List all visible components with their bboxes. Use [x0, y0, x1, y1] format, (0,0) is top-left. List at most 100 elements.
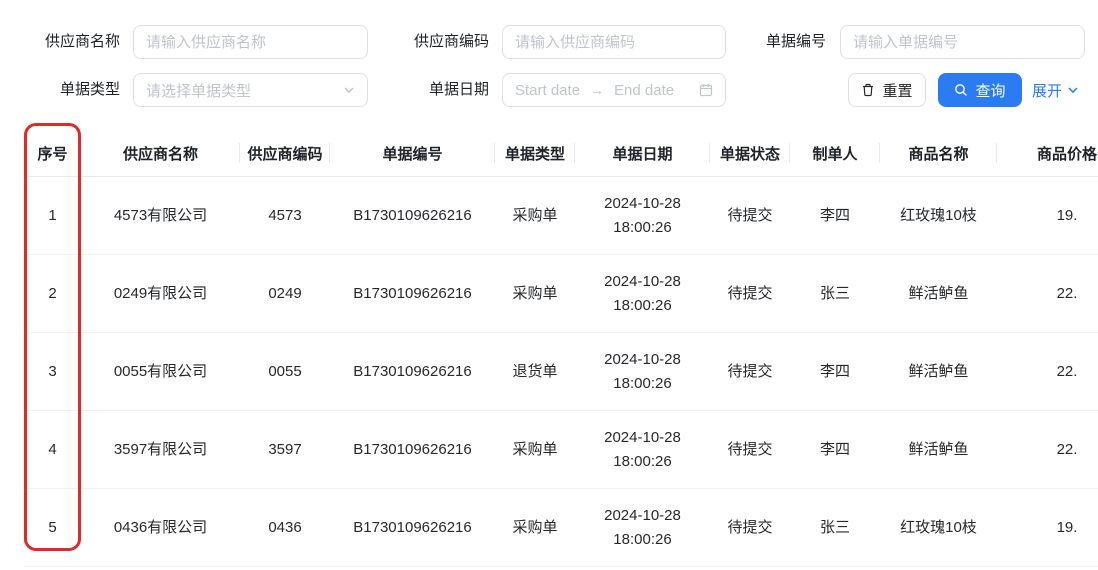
cell-doc-no: B1730109626216 [353, 206, 472, 224]
cell-doc-type: 采购单 [512, 206, 558, 224]
page: 供应商名称 供应商编码 单据编号 单据类型 请选择单据类型 单据日期 Start… [0, 0, 1098, 570]
table-row: 1 4573有限公司 4573 B1730109626216 采购单 2024-… [24, 177, 1098, 255]
cell-seq: 2 [48, 284, 57, 302]
cell-seq: 5 [48, 518, 57, 536]
cell-doc-type: 采购单 [512, 518, 558, 536]
cell-doc-no: B1730109626216 [353, 284, 472, 302]
doc-date-date: 2024-10-28 [604, 428, 681, 446]
cell-creator: 李四 [819, 362, 850, 380]
cell-product-name: 鲜活鲈鱼 [908, 440, 969, 458]
table-body: 1 4573有限公司 4573 B1730109626216 采购单 2024-… [24, 177, 1098, 567]
table-row: 2 0249有限公司 0249 B1730109626216 采购单 2024-… [24, 255, 1098, 333]
expand-label: 展开 [1032, 82, 1063, 100]
cell-seq: 1 [48, 206, 57, 224]
reset-button[interactable]: 重置 [848, 73, 926, 107]
cell-seq: 4 [48, 440, 57, 458]
expand-toggle[interactable]: 展开 [1032, 73, 1079, 107]
doc-date-date: 2024-10-28 [604, 272, 681, 290]
cell-creator: 李四 [819, 206, 850, 224]
cell-product-name: 红玫瑰10枝 [900, 206, 977, 224]
cell-supplier-name: 0249有限公司 [113, 284, 208, 302]
cell-supplier-name: 4573有限公司 [113, 206, 208, 224]
cell-product-price: 19. [1056, 206, 1078, 224]
cell-doc-date: 2024-10-28 18:00:26 [575, 426, 710, 474]
start-date-placeholder: Start date [515, 81, 581, 99]
supplier-name-label: 供应商名称 [44, 33, 120, 50]
cell-product-price: 22. [1056, 284, 1078, 302]
chevron-down-icon [343, 84, 355, 96]
column-header: 单据状态 [710, 130, 790, 177]
doc-date-time: 18:00:26 [613, 530, 672, 548]
column-header: 供应商编码 [240, 130, 330, 177]
cell-status: 待提交 [727, 440, 773, 458]
column-header: 制单人 [790, 130, 880, 177]
column-header: 供应商名称 [81, 130, 240, 177]
supplier-code-label: 供应商编码 [413, 33, 489, 50]
cell-doc-no: B1730109626216 [353, 362, 472, 380]
documents-table: 序号 供应商名称 供应商编码 单据编号 单据类型 单据日期 单据状态 制单人 商… [24, 130, 1098, 567]
doc-no-input[interactable] [840, 25, 1085, 59]
end-date-placeholder: End date [614, 81, 675, 99]
table-row: 5 0436有限公司 0436 B1730109626216 采购单 2024-… [24, 489, 1098, 567]
supplier-code-input[interactable] [502, 25, 726, 59]
cell-seq: 3 [48, 362, 57, 380]
cell-supplier-name: 3597有限公司 [113, 440, 208, 458]
search-icon [954, 83, 968, 97]
cell-doc-type: 采购单 [512, 284, 558, 302]
calendar-icon [699, 83, 713, 97]
supplier-name-input[interactable] [133, 25, 368, 59]
cell-doc-date: 2024-10-28 18:00:26 [575, 270, 710, 318]
doc-date-range-picker[interactable]: Start date → End date [502, 73, 726, 107]
cell-supplier-name: 0055有限公司 [113, 362, 208, 380]
column-header: 单据类型 [495, 130, 575, 177]
date-range-arrow-icon: → [590, 82, 605, 98]
doc-type-label: 单据类型 [59, 81, 120, 98]
doc-date-label: 单据日期 [428, 81, 489, 98]
doc-date-date: 2024-10-28 [604, 194, 681, 212]
trash-icon [861, 83, 875, 97]
cell-product-price: 22. [1056, 362, 1078, 380]
cell-status: 待提交 [727, 284, 773, 302]
reset-button-label: 重置 [882, 82, 913, 100]
cell-creator: 张三 [819, 518, 850, 536]
cell-doc-date: 2024-10-28 18:00:26 [575, 504, 710, 552]
cell-supplier-code: 4573 [268, 206, 302, 224]
cell-doc-date: 2024-10-28 18:00:26 [575, 348, 710, 396]
column-header: 单据编号 [330, 130, 495, 177]
cell-product-name: 红玫瑰10枝 [900, 518, 977, 536]
cell-product-name: 鲜活鲈鱼 [908, 284, 969, 302]
table-row: 4 3597有限公司 3597 B1730109626216 采购单 2024-… [24, 411, 1098, 489]
cell-doc-date: 2024-10-28 18:00:26 [575, 192, 710, 240]
doc-date-date: 2024-10-28 [604, 506, 681, 524]
chevron-down-icon [1067, 84, 1079, 96]
cell-product-name: 鲜活鲈鱼 [908, 362, 969, 380]
cell-doc-no: B1730109626216 [353, 440, 472, 458]
column-header: 序号 [24, 130, 81, 177]
cell-supplier-code: 0249 [268, 284, 302, 302]
cell-doc-type: 退货单 [512, 362, 558, 380]
cell-supplier-name: 0436有限公司 [113, 518, 208, 536]
table-row: 3 0055有限公司 0055 B1730109626216 退货单 2024-… [24, 333, 1098, 411]
cell-supplier-code: 0436 [268, 518, 302, 536]
search-button[interactable]: 查询 [938, 73, 1022, 107]
cell-doc-no: B1730109626216 [353, 518, 472, 536]
column-header: 单据日期 [575, 130, 710, 177]
cell-status: 待提交 [727, 206, 773, 224]
doc-no-label: 单据编号 [765, 33, 826, 50]
cell-product-price: 19. [1056, 518, 1078, 536]
doc-type-select[interactable]: 请选择单据类型 [133, 73, 368, 107]
cell-creator: 张三 [819, 284, 850, 302]
column-header: 商品名称 [880, 130, 997, 177]
cell-status: 待提交 [727, 518, 773, 536]
doc-date-time: 18:00:26 [613, 218, 672, 236]
doc-date-time: 18:00:26 [613, 452, 672, 470]
search-button-label: 查询 [975, 82, 1006, 100]
doc-date-time: 18:00:26 [613, 296, 672, 314]
column-header: 商品价格 [1036, 145, 1097, 163]
cell-status: 待提交 [727, 362, 773, 380]
doc-date-time: 18:00:26 [613, 374, 672, 392]
cell-supplier-code: 0055 [268, 362, 302, 380]
cell-creator: 李四 [819, 440, 850, 458]
table-header-row: 序号 供应商名称 供应商编码 单据编号 单据类型 单据日期 单据状态 制单人 商… [24, 130, 1098, 177]
cell-supplier-code: 3597 [268, 440, 302, 458]
